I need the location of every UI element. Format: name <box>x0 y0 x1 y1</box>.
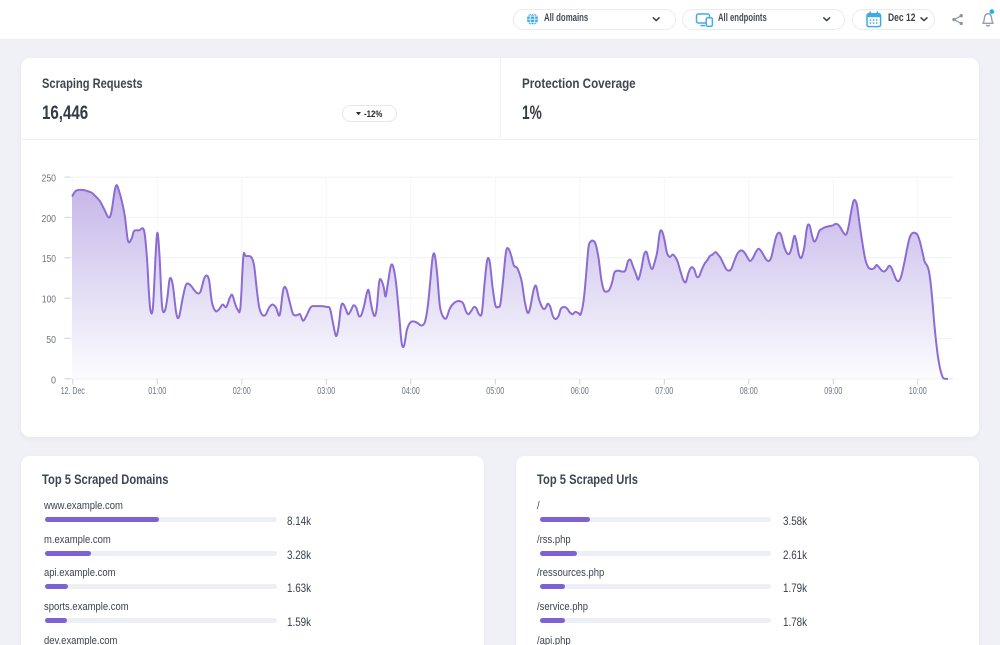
svg-text:0: 0 <box>51 375 56 386</box>
svg-text:05:00: 05:00 <box>486 386 504 397</box>
svg-text:02:00: 02:00 <box>233 386 251 397</box>
svg-text:50: 50 <box>46 335 56 346</box>
svg-text:250: 250 <box>42 174 57 185</box>
svg-text:06:00: 06:00 <box>571 386 589 397</box>
svg-text:03:00: 03:00 <box>317 386 335 397</box>
svg-text:100: 100 <box>42 295 56 306</box>
svg-text:150: 150 <box>42 254 56 265</box>
svg-text:07:00: 07:00 <box>655 386 673 397</box>
svg-text:10:00: 10:00 <box>909 386 927 397</box>
svg-text:01:00: 01:00 <box>148 386 166 397</box>
svg-text:09:00: 09:00 <box>824 386 842 397</box>
svg-text:200: 200 <box>42 214 57 225</box>
svg-text:08:00: 08:00 <box>740 386 758 397</box>
svg-text:04:00: 04:00 <box>402 386 420 397</box>
svg-text:12. Dec: 12. Dec <box>61 386 85 397</box>
